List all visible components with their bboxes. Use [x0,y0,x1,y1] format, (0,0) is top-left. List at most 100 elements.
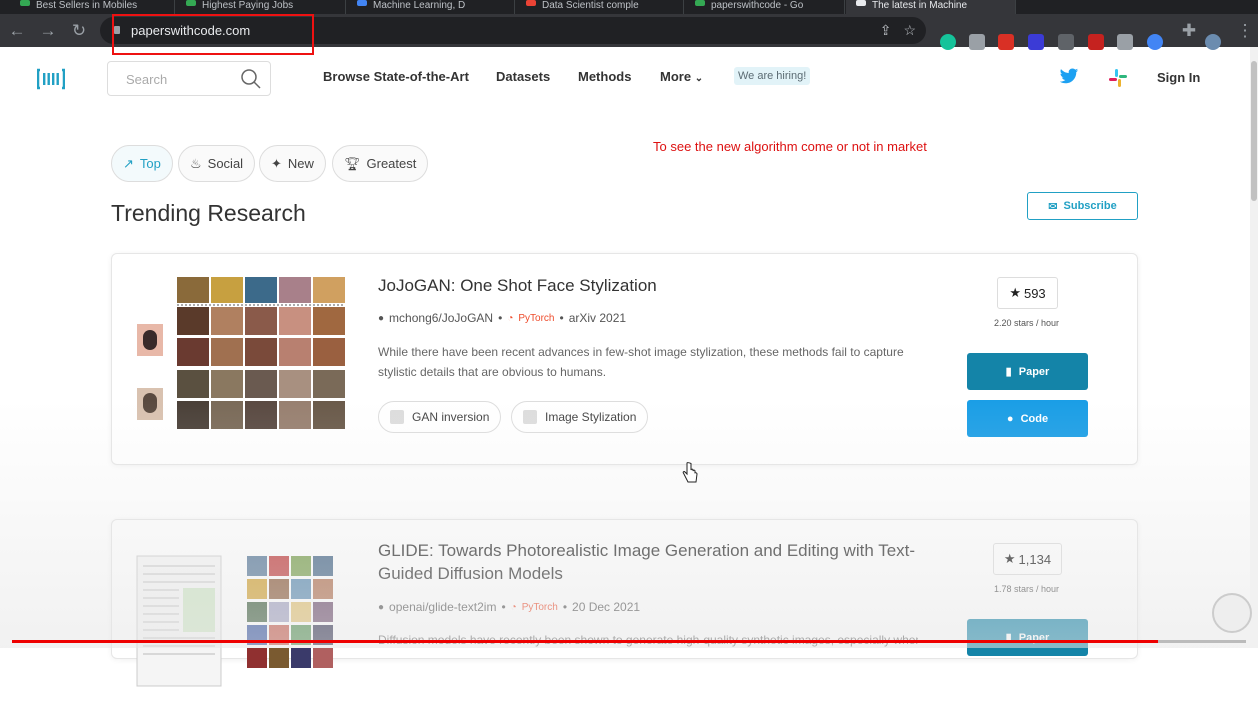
tab-favicon-icon [20,0,30,6]
separator-dot: • [501,600,506,614]
reload-button[interactable]: ↻ [65,17,93,45]
separator-dot: • [559,311,564,325]
chevron-down-icon: ⌄ [694,73,704,84]
repo-link[interactable]: openai/glide-text2im [389,600,496,614]
tab-favicon-icon [357,0,367,6]
site-header: Search Browse State-of-the-Art Datasets … [0,47,1258,109]
video-progress-played[interactable] [12,640,1158,643]
star-count: ★ 1,134 [993,543,1062,575]
hiring-badge[interactable]: We are hiring! [734,67,811,85]
stars-per-hour: 2.20 stars / hour [994,318,1060,328]
forward-button[interactable]: → [34,17,62,45]
filter-new[interactable]: ✦ New [259,145,326,182]
code-button-label: Code [1020,412,1049,425]
repo-link[interactable]: mchong6/JoJoGAN [389,311,493,325]
puzzle-extensions-icon[interactable]: ✚ [1175,17,1203,45]
separator-dot: • [562,600,568,614]
subscribe-button[interactable]: ✉ Subscribe [1027,192,1138,220]
github-icon: ● [1006,412,1014,425]
browser-tab[interactable]: paperswithcode - Go [685,0,845,14]
star-value: 593 [1023,285,1046,301]
paper-abstract: While there have been recent advances in… [378,345,904,379]
nav-datasets[interactable]: Datasets [496,69,550,84]
tab-label: Highest Paying Jobs [202,0,294,11]
paper-thumbnail-glide[interactable] [135,552,345,707]
github-icon: ● [378,312,385,324]
browser-tab[interactable]: Highest Paying Jobs [176,0,346,14]
tab-label: paperswithcode - Go [711,0,804,11]
twitter-icon[interactable] [1059,68,1079,85]
tab-label: Best Sellers in Mobiles [36,0,138,11]
star-icon: ★ [1003,551,1016,566]
paper-title[interactable]: JoJoGAN: One Shot Face Stylization [378,274,657,297]
search-icon[interactable] [240,68,262,90]
framework-label: PyTorch [518,312,555,324]
paper-title[interactable]: GLIDE: Towards Photorealistic Image Gene… [378,539,918,585]
nav-browse-sota[interactable]: Browse State-of-the-Art [323,69,469,84]
framework-label: PyTorch [521,601,558,613]
tab-favicon-icon [526,0,536,6]
nav-more-label: More [660,69,692,84]
nav-methods[interactable]: Methods [578,69,631,84]
hand-cursor-icon [682,462,698,483]
paper-meta: ● openai/glide-text2im • ◔ PyTorch • 20 … [378,600,640,614]
search-placeholder: Search [126,72,168,87]
annotation-note: To see the new algorithm come or not in … [653,139,927,154]
section-title: Trending Research [111,200,306,226]
subscribe-label: Subscribe [1063,200,1117,212]
paper-button[interactable]: ▮ Paper [967,353,1088,390]
paper-button[interactable]: ▮ Paper [967,619,1088,656]
browser-menu-icon[interactable]: ⋮ [1231,17,1258,45]
page-scrollbar[interactable] [1250,47,1258,648]
sparkle-icon: ✦ [271,155,282,171]
browser-tab-active[interactable]: The latest in Machine [846,0,1016,14]
bookmark-star-icon[interactable]: ☆ [903,22,916,39]
paper-button-label: Paper [1018,365,1050,378]
browser-tab[interactable]: Data Scientist comple [516,0,684,14]
filter-label: Greatest [366,156,417,171]
tab-favicon-icon [695,0,705,6]
task-icon [523,410,537,424]
slack-icon[interactable] [1108,68,1128,88]
paper-venue: 20 Dec 2021 [572,600,641,614]
filter-greatest[interactable]: 🏆︎ Greatest [332,145,429,182]
tab-favicon-icon [856,0,866,6]
paper-card: GLIDE: Towards Photorealistic Image Gene… [111,519,1138,687]
star-icon: ★ [1009,285,1021,300]
star-value: 1,134 [1018,551,1052,567]
document-icon: ▮ [1005,366,1012,378]
browser-tab[interactable]: Machine Learning, D [347,0,515,14]
browser-tab[interactable]: Best Sellers in Mobiles [10,0,175,14]
back-button[interactable]: ← [3,17,31,45]
tag-label: GAN inversion [412,410,490,424]
mail-icon: ✉ [1048,200,1058,213]
channel-logo-icon [1212,593,1252,633]
tag-image-stylization[interactable]: Image Stylization [511,401,649,433]
flame-icon: ♨ [190,155,202,171]
trending-up-icon: ↗ [123,155,134,171]
tag-gan-inversion[interactable]: GAN inversion [378,401,502,433]
stars-per-hour: 1.78 stars / hour [994,584,1060,594]
github-icon: ● [378,601,385,613]
filter-label: New [287,156,314,171]
sign-in-link[interactable]: Sign In [1157,70,1200,85]
task-icon [390,410,404,424]
filter-label: Top [139,156,161,171]
filter-top[interactable]: ↗ Top [111,145,173,182]
paperswithcode-logo[interactable] [37,68,65,90]
filter-social[interactable]: ♨ Social [178,145,256,182]
scrollbar-thumb[interactable] [1251,61,1257,201]
browser-tabstrip: Best Sellers in Mobiles Highest Paying J… [0,0,1258,14]
pytorch-icon: ◔ [510,601,517,613]
tab-favicon-icon [186,0,196,6]
code-button[interactable]: ● Code [967,400,1088,437]
nav-more[interactable]: More ⌄ [660,69,703,84]
separator-dot: • [498,311,503,325]
paper-thumbnail-jojogan[interactable] [135,276,345,431]
pytorch-icon: ◔ [507,312,514,324]
share-icon[interactable]: ⇪ [880,22,892,39]
video-progress-remaining[interactable] [1158,640,1246,643]
tab-label: Data Scientist comple [542,0,639,11]
paper-meta: ● mchong6/JoJoGAN • ◔ PyTorch • arXiv 20… [378,311,626,325]
search-input[interactable]: Search [107,61,271,96]
